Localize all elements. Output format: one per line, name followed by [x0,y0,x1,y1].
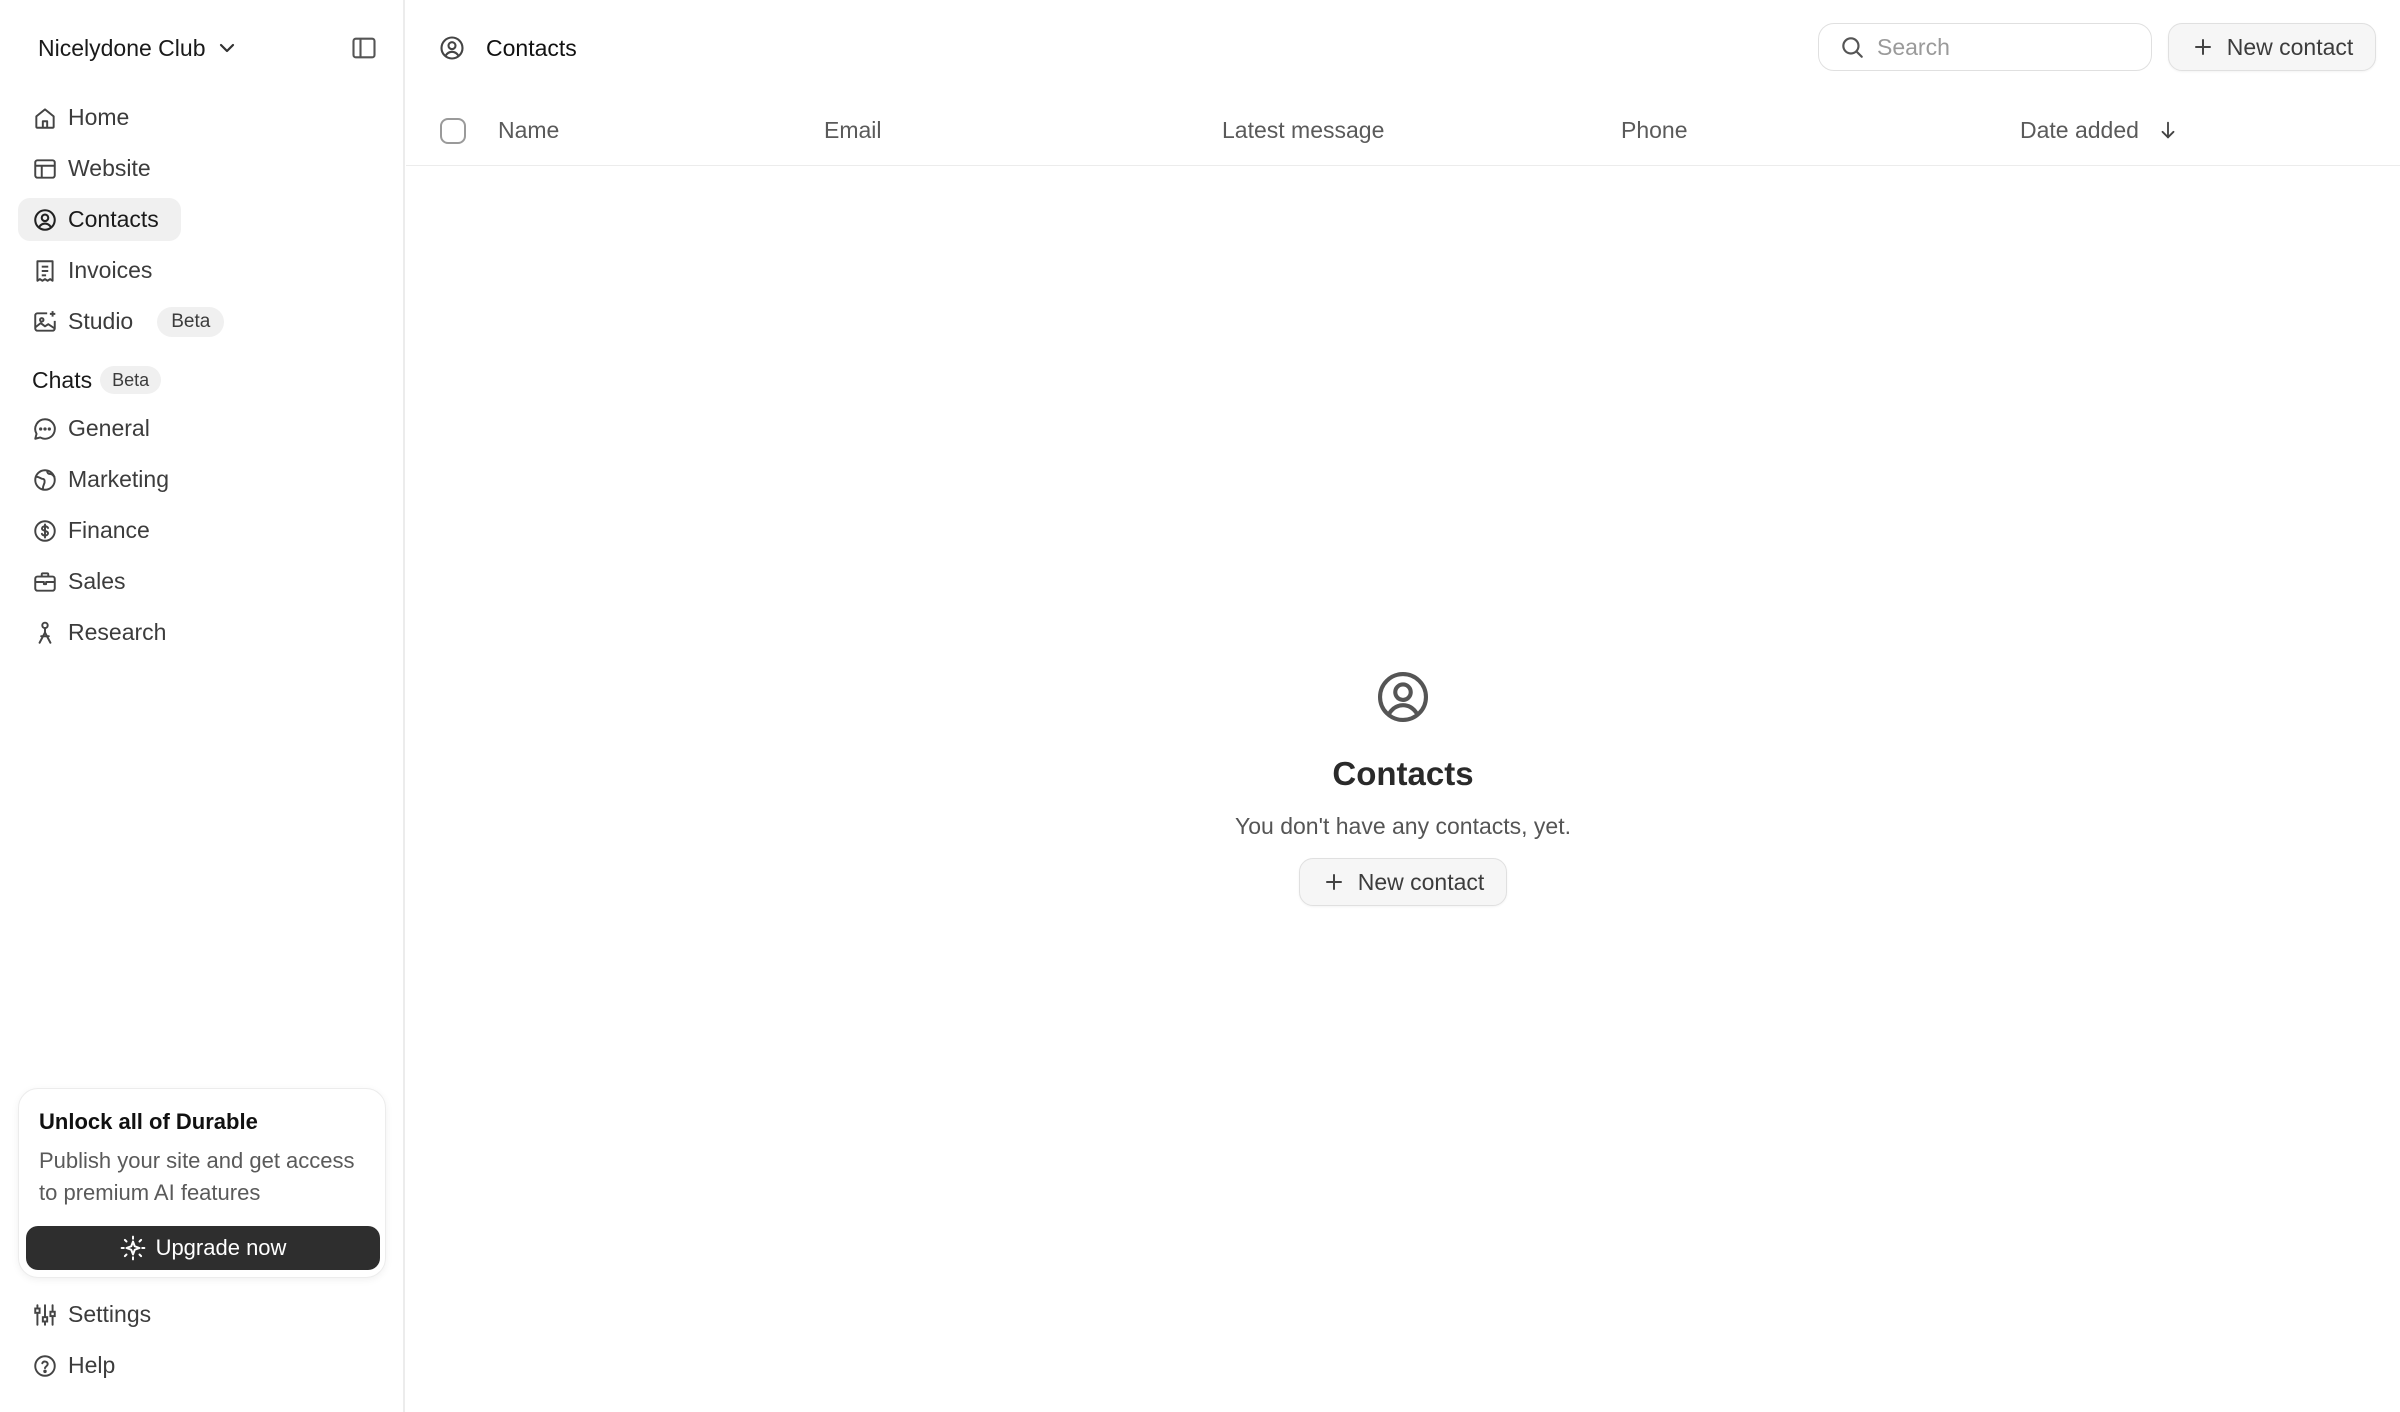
workspace-name: Nicelydone Club [38,34,206,61]
upgrade-now-button[interactable]: Upgrade now [26,1226,380,1270]
sidebar-item-finance[interactable]: Finance [18,509,164,552]
sidebar-item-label: Settings [68,1301,152,1327]
chat-bubble-icon [34,417,56,440]
sidebar-item-help[interactable]: Help [18,1344,129,1387]
chevron-down-icon [220,43,235,53]
sparkle-sun-icon [120,1235,145,1261]
upgrade-title: Unlock all of Durable [39,1109,258,1134]
user-circle-icon [440,36,464,60]
sidebar-item-website[interactable]: Website [18,147,165,190]
user-circle-icon [34,208,56,231]
receipt-icon [36,259,54,282]
image-sparkle-icon [34,310,56,332]
column-label: Name [498,116,560,143]
new-contact-button[interactable]: New contact [2168,23,2376,71]
sidebar-item-label: Marketing [68,466,169,492]
page-header: Contacts [438,30,577,66]
sidebar-toggle-icon [352,37,376,59]
sidebar-item-label: Studio [68,308,134,334]
column-label: Latest message [1222,116,1385,143]
sidebar-item-home[interactable]: Home [18,96,143,139]
column-header-date-added[interactable]: Date added [2020,106,2179,154]
sidebar-item-label: Finance [68,517,150,543]
dollar-circle-icon [34,519,56,542]
column-header-phone[interactable]: Phone [1621,106,1688,154]
sidebar: Nicelydone Club Home Website Contacts In… [0,0,405,1412]
upgrade-button-label: Upgrade now [155,1235,287,1260]
column-header-name[interactable]: Name [498,106,559,154]
user-circle-icon [1377,671,1429,723]
column-label: Date added [2020,116,2139,143]
person-pin-icon [38,621,52,644]
column-label: Phone [1621,116,1688,143]
sidebar-item-research[interactable]: Research [18,611,180,654]
search-icon [1842,37,1863,58]
sidebar-item-label: Sales [68,568,126,594]
beta-badge: Beta [100,366,162,394]
sidebar-item-sales[interactable]: Sales [18,560,140,603]
search-box[interactable] [1818,23,2152,71]
help-circle-icon [34,1354,56,1377]
plus-icon [2194,39,2211,55]
sidebar-item-contacts[interactable]: Contacts [18,198,181,241]
sidebar-item-label: Help [68,1352,116,1378]
new-contact-label: New contact [1357,868,1485,895]
chats-label: Chats [32,366,93,393]
empty-state-icon-wrap [1374,668,1432,731]
beta-badge: Beta [157,306,225,337]
chats-section-header: Chats Beta [32,362,162,398]
column-header-email[interactable]: Email [824,106,882,154]
sliders-icon [34,1303,56,1326]
top-bar: Contacts New contact [406,0,2400,96]
sidebar-item-settings[interactable]: Settings [18,1293,165,1336]
collapse-sidebar-button[interactable] [346,30,382,66]
table-header: Name Email Latest message Phone Date add… [406,106,2400,166]
new-contact-label: New contact [2226,33,2354,60]
sidebar-item-label: Research [68,619,167,645]
column-header-latest-message[interactable]: Latest message [1222,106,1384,154]
layout-icon [34,158,56,179]
upgrade-card: Unlock all of Durable Publish your site … [18,1088,386,1278]
plus-icon [1325,874,1342,890]
search-input[interactable] [1877,33,2127,61]
sidebar-item-label: General [68,415,150,441]
select-all-checkbox[interactable] [440,118,466,144]
sidebar-item-label: Contacts [68,206,159,232]
empty-state-message: You don't have any contacts, yet. [1235,813,1571,839]
arrow-down-icon [2161,121,2175,139]
sidebar-item-label: Home [68,104,130,130]
sidebar-item-marketing[interactable]: Marketing [18,458,183,501]
empty-state-title: Contacts [1332,755,1474,792]
sidebar-item-label: Invoices [68,257,153,283]
page-title: Contacts [486,34,577,61]
sidebar-item-invoices[interactable]: Invoices [18,249,166,292]
globe-icon [34,468,56,491]
empty-state-new-contact-button[interactable]: New contact [1299,858,1507,906]
main-content: Contacts New contact Name Email Latest m… [406,0,2400,1412]
sidebar-item-label: Website [68,155,151,181]
column-label: Email [824,116,882,143]
upgrade-description: Publish your site and get access to prem… [39,1148,355,1205]
sidebar-item-studio[interactable]: Studio Beta [18,300,238,343]
briefcase-icon [34,571,56,592]
home-icon [35,107,55,129]
empty-state: Contacts You don't have any contacts, ye… [406,668,2400,906]
workspace-switcher[interactable]: Nicelydone Club [38,30,239,66]
sidebar-item-general[interactable]: General [18,407,164,450]
